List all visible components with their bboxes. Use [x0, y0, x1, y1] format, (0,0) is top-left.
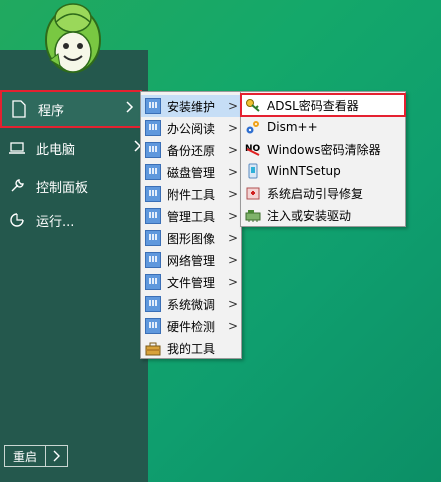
- start-item-this-pc[interactable]: 此电脑: [0, 131, 148, 165]
- menu-item-label: Dism++: [267, 120, 318, 134]
- menu-item-label: 文件管理: [167, 275, 216, 290]
- restart-options-button[interactable]: [46, 445, 69, 467]
- folder-icon: [145, 186, 161, 202]
- menu-item-admin-tools[interactable]: 管理工具 >: [141, 205, 241, 227]
- chevron-right-icon: >: [227, 297, 239, 311]
- chevron-right-icon: >: [227, 121, 239, 135]
- menu-item-accessory-tools[interactable]: 附件工具 >: [141, 183, 241, 205]
- menu-item-label: 我的工具: [167, 341, 216, 356]
- cabbage-logo-icon: [44, 0, 102, 90]
- menu-item-boot-repair[interactable]: 系统启动引导修复: [241, 182, 405, 204]
- chevron-right-icon: [120, 101, 140, 117]
- menu-item-network[interactable]: 网络管理 >: [141, 249, 241, 271]
- menu-item-label: 磁盘管理: [167, 165, 216, 180]
- setup-icon: [245, 163, 261, 179]
- folder-icon: [145, 142, 161, 158]
- run-icon: [8, 211, 26, 229]
- start-item-label: 此电脑: [36, 142, 76, 158]
- wrench-icon: [8, 177, 26, 195]
- folder-icon: [145, 318, 161, 334]
- boot-repair-icon: [245, 185, 261, 201]
- menu-item-file-management[interactable]: 文件管理 >: [141, 271, 241, 293]
- folder-icon: [145, 230, 161, 246]
- menu-item-label: 网络管理: [167, 253, 216, 268]
- chevron-right-icon: >: [227, 319, 239, 333]
- page-icon: [10, 100, 28, 118]
- menu-item-inject-driver[interactable]: 注入或安装驱动: [241, 204, 405, 226]
- menu-item-label: 管理工具: [167, 209, 216, 224]
- toolbox-icon: [145, 340, 161, 356]
- chevron-right-icon: [53, 450, 61, 462]
- folder-icon: [145, 296, 161, 312]
- folder-icon: [145, 252, 161, 268]
- menu-item-office-reading[interactable]: 办公阅读 >: [141, 117, 241, 139]
- chevron-right-icon: >: [227, 187, 239, 201]
- start-item-label: 控制面板: [36, 180, 89, 196]
- menu-item-label: Windows密码清除器: [267, 142, 381, 157]
- install-maintenance-submenu: ADSL密码查看器 Dism++ NO Windows密码清除器 WinNTSe…: [240, 91, 406, 227]
- menu-item-label: 办公阅读: [167, 121, 216, 136]
- menu-item-label: 附件工具: [167, 187, 216, 202]
- menu-item-label: 注入或安装驱动: [267, 208, 352, 223]
- menu-item-label: 安装维护: [167, 99, 216, 114]
- menu-item-hardware-detection[interactable]: 硬件检测 >: [141, 315, 241, 337]
- menu-item-adsl-password-viewer[interactable]: ADSL密码查看器: [240, 93, 406, 117]
- menu-item-label: WinNTSetup: [267, 164, 341, 178]
- start-item-label: 运行...: [36, 214, 75, 230]
- menu-item-label: 系统微调: [167, 297, 216, 312]
- menu-item-my-tools[interactable]: 我的工具: [141, 337, 241, 359]
- start-item-programs[interactable]: 程序: [0, 90, 142, 128]
- folder-icon: [145, 208, 161, 224]
- menu-item-graphics[interactable]: 图形图像 >: [141, 227, 241, 249]
- start-item-label: 程序: [38, 103, 65, 119]
- menu-item-label: 备份还原: [167, 143, 216, 158]
- chevron-right-icon: >: [227, 209, 239, 223]
- chevron-right-icon: >: [227, 231, 239, 245]
- restart-group: 重启: [4, 445, 69, 467]
- menu-item-windows-password-remover[interactable]: NO Windows密码清除器: [241, 138, 405, 160]
- menu-item-disk-management[interactable]: 磁盘管理 >: [141, 161, 241, 183]
- restart-button[interactable]: 重启: [4, 445, 47, 467]
- chevron-right-icon: >: [227, 275, 239, 289]
- folder-icon: [145, 98, 161, 114]
- folder-icon: [145, 164, 161, 180]
- start-item-run[interactable]: 运行...: [0, 203, 148, 237]
- chevron-right-icon: >: [227, 99, 239, 113]
- chevron-right-icon: >: [227, 253, 239, 267]
- menu-item-dism[interactable]: Dism++: [241, 116, 405, 138]
- menu-item-install-maintenance[interactable]: 安装维护 >: [141, 95, 241, 117]
- chevron-right-icon: >: [227, 165, 239, 179]
- start-item-control-panel[interactable]: 控制面板: [0, 169, 148, 203]
- menu-item-label: 图形图像: [167, 231, 216, 246]
- gears-icon: [245, 119, 261, 135]
- menu-item-label: 系统启动引导修复: [267, 186, 364, 201]
- menu-item-label: 硬件检测: [167, 319, 216, 334]
- folder-icon: [145, 120, 161, 136]
- menu-item-system-tweaks[interactable]: 系统微调 >: [141, 293, 241, 315]
- menu-item-backup-restore[interactable]: 备份还原 >: [141, 139, 241, 161]
- chevron-right-icon: >: [227, 143, 239, 157]
- laptop-icon: [8, 139, 26, 157]
- no-password-icon: NO: [245, 141, 261, 157]
- programs-submenu: 安装维护 > 办公阅读 > 备份还原 > 磁盘管理 > 附件工具 > 管理工具 …: [140, 91, 242, 359]
- folder-icon: [145, 274, 161, 290]
- key-icon: [245, 97, 261, 113]
- menu-item-label: ADSL密码查看器: [267, 98, 359, 113]
- menu-item-winntsetup[interactable]: WinNTSetup: [241, 160, 405, 182]
- driver-icon: [245, 207, 261, 223]
